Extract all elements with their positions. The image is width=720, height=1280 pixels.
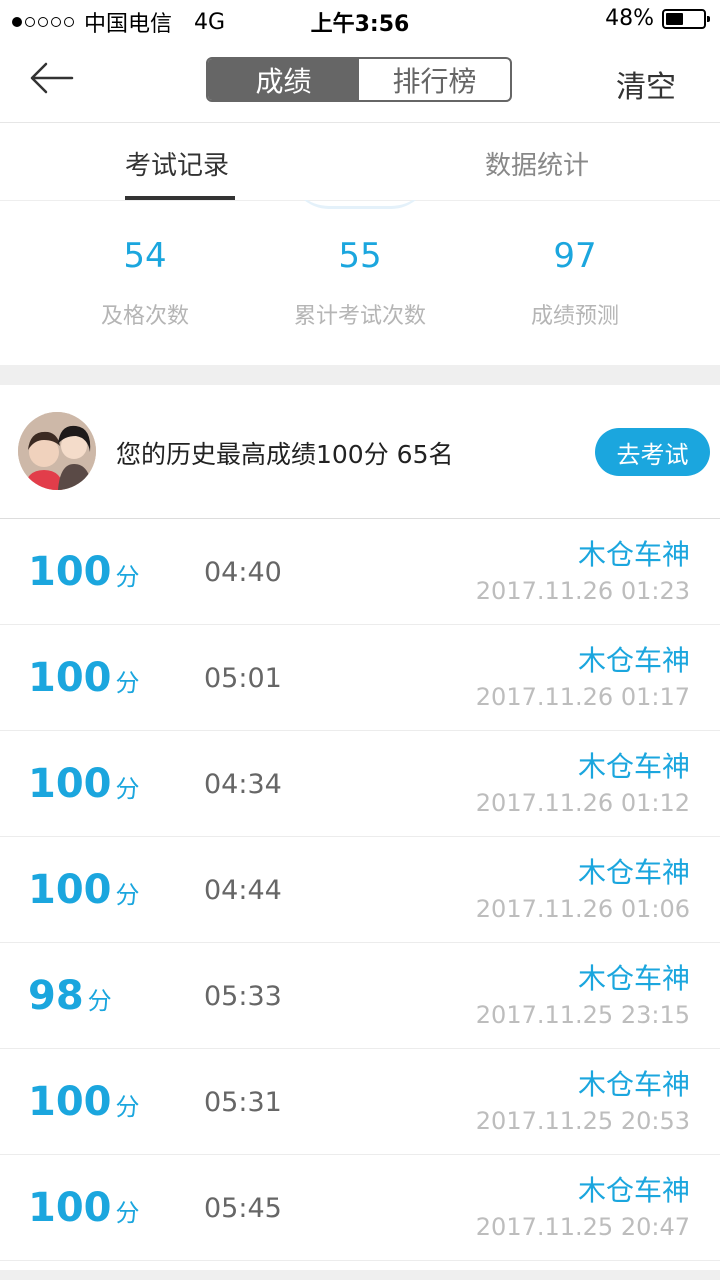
score-unit: 分 — [115, 563, 140, 591]
score-value: 100 — [28, 867, 112, 913]
record-duration: 05:31 — [204, 1087, 282, 1118]
clear-button[interactable]: 清空 — [616, 62, 676, 106]
record-score: 100 分 — [28, 1079, 140, 1125]
record-date: 2017.11.26 01:12 — [475, 789, 690, 817]
status-bar: 中国电信 4G 上午3:56 48% — [0, 0, 720, 40]
record-date: 2017.11.26 01:06 — [475, 895, 690, 923]
record-duration: 05:45 — [204, 1193, 282, 1224]
stat-label: 成绩预测 — [530, 304, 619, 329]
record-user-name: 木仓车神 — [577, 962, 690, 995]
tab-exam-records[interactable]: 考试记录 — [125, 145, 229, 182]
tab-bar: 考试记录 数据统计 — [0, 123, 720, 201]
bottom-divider — [0, 1270, 720, 1280]
record-user-name: 木仓车神 — [577, 644, 690, 677]
segment-scores[interactable]: 成绩 — [208, 59, 359, 100]
record-row[interactable]: 100 分 05:45 木仓车神 2017.11.25 20:47 — [0, 1155, 720, 1261]
record-row[interactable]: 100 分 05:01 木仓车神 2017.11.26 01:17 — [0, 625, 720, 731]
best-score-text: 您的历史最高成绩100分 65名 — [116, 440, 454, 469]
record-user-name: 木仓车神 — [577, 1174, 690, 1207]
best-score-panel: 您的历史最高成绩100分 65名 去考试 — [0, 385, 720, 519]
score-unit: 分 — [115, 775, 140, 803]
battery-icon — [662, 8, 710, 29]
record-date: 2017.11.25 20:47 — [475, 1213, 690, 1241]
score-value: 100 — [28, 655, 112, 701]
stat-label: 及格次数 — [100, 304, 189, 329]
record-score: 100 分 — [28, 761, 140, 807]
go-exam-button[interactable]: 去考试 — [595, 428, 710, 476]
avatar[interactable] — [18, 412, 96, 490]
score-unit: 分 — [115, 1093, 140, 1121]
record-score: 100 分 — [28, 1185, 140, 1231]
score-value: 100 — [28, 549, 112, 595]
stats-panel: 54 及格次数 55 累计考试次数 97 成绩预测 — [0, 200, 720, 365]
score-unit: 分 — [87, 987, 112, 1015]
segmented-control: 成绩 排行榜 — [206, 57, 512, 102]
record-date: 2017.11.26 01:23 — [475, 577, 690, 605]
record-row[interactable]: 100 分 04:40 木仓车神 2017.11.26 01:23 — [0, 519, 720, 625]
stat-score-prediction: 97 成绩预测 — [465, 236, 685, 330]
score-value: 100 — [28, 761, 112, 807]
stat-label: 累计考试次数 — [293, 304, 426, 329]
score-unit: 分 — [115, 881, 140, 909]
record-user-name: 木仓车神 — [577, 856, 690, 889]
record-user-name: 木仓车神 — [577, 538, 690, 571]
record-user-name: 木仓车神 — [577, 1068, 690, 1101]
record-row[interactable]: 100 分 04:34 木仓车神 2017.11.26 01:12 — [0, 731, 720, 837]
section-divider — [0, 365, 720, 385]
decorative-arc — [290, 200, 430, 209]
nav-bar: 成绩 排行榜 清空 — [0, 40, 720, 123]
record-score: 100 分 — [28, 867, 140, 913]
stat-value: 54 — [123, 236, 167, 276]
record-duration: 04:40 — [204, 557, 282, 588]
record-score: 100 分 — [28, 549, 140, 595]
record-score: 98 分 — [28, 973, 112, 1019]
back-arrow-icon — [30, 62, 74, 94]
record-date: 2017.11.25 20:53 — [475, 1107, 690, 1135]
score-value: 100 — [28, 1079, 112, 1125]
stat-total-exams: 55 累计考试次数 — [250, 236, 470, 330]
back-button[interactable] — [28, 56, 78, 102]
battery-percent: 48% — [605, 6, 654, 31]
record-date: 2017.11.25 23:15 — [475, 1001, 690, 1029]
user-photo-icon — [18, 412, 96, 490]
status-right: 48% — [605, 6, 710, 31]
score-unit: 分 — [115, 1199, 140, 1227]
record-score: 100 分 — [28, 655, 140, 701]
record-duration: 05:33 — [204, 981, 282, 1012]
record-row[interactable]: 100 分 05:31 木仓车神 2017.11.25 20:53 — [0, 1049, 720, 1155]
score-value: 100 — [28, 1185, 112, 1231]
exam-records-list: 100 分 04:40 木仓车神 2017.11.26 01:23 100 分 05… — [0, 519, 720, 1261]
record-row[interactable]: 98 分 05:33 木仓车神 2017.11.25 23:15 — [0, 943, 720, 1049]
stat-pass-count: 54 及格次数 — [35, 236, 255, 330]
record-row[interactable]: 100 分 04:44 木仓车神 2017.11.26 01:06 — [0, 837, 720, 943]
tab-data-statistics[interactable]: 数据统计 — [485, 145, 589, 182]
score-value: 98 — [28, 973, 84, 1019]
record-duration: 04:44 — [204, 875, 282, 906]
segment-ranking[interactable]: 排行榜 — [359, 59, 510, 100]
stat-value: 97 — [553, 236, 597, 276]
record-duration: 05:01 — [204, 663, 282, 694]
stat-value: 55 — [338, 236, 382, 276]
record-user-name: 木仓车神 — [577, 750, 690, 783]
score-unit: 分 — [115, 669, 140, 697]
record-date: 2017.11.26 01:17 — [475, 683, 690, 711]
record-duration: 04:34 — [204, 769, 282, 800]
